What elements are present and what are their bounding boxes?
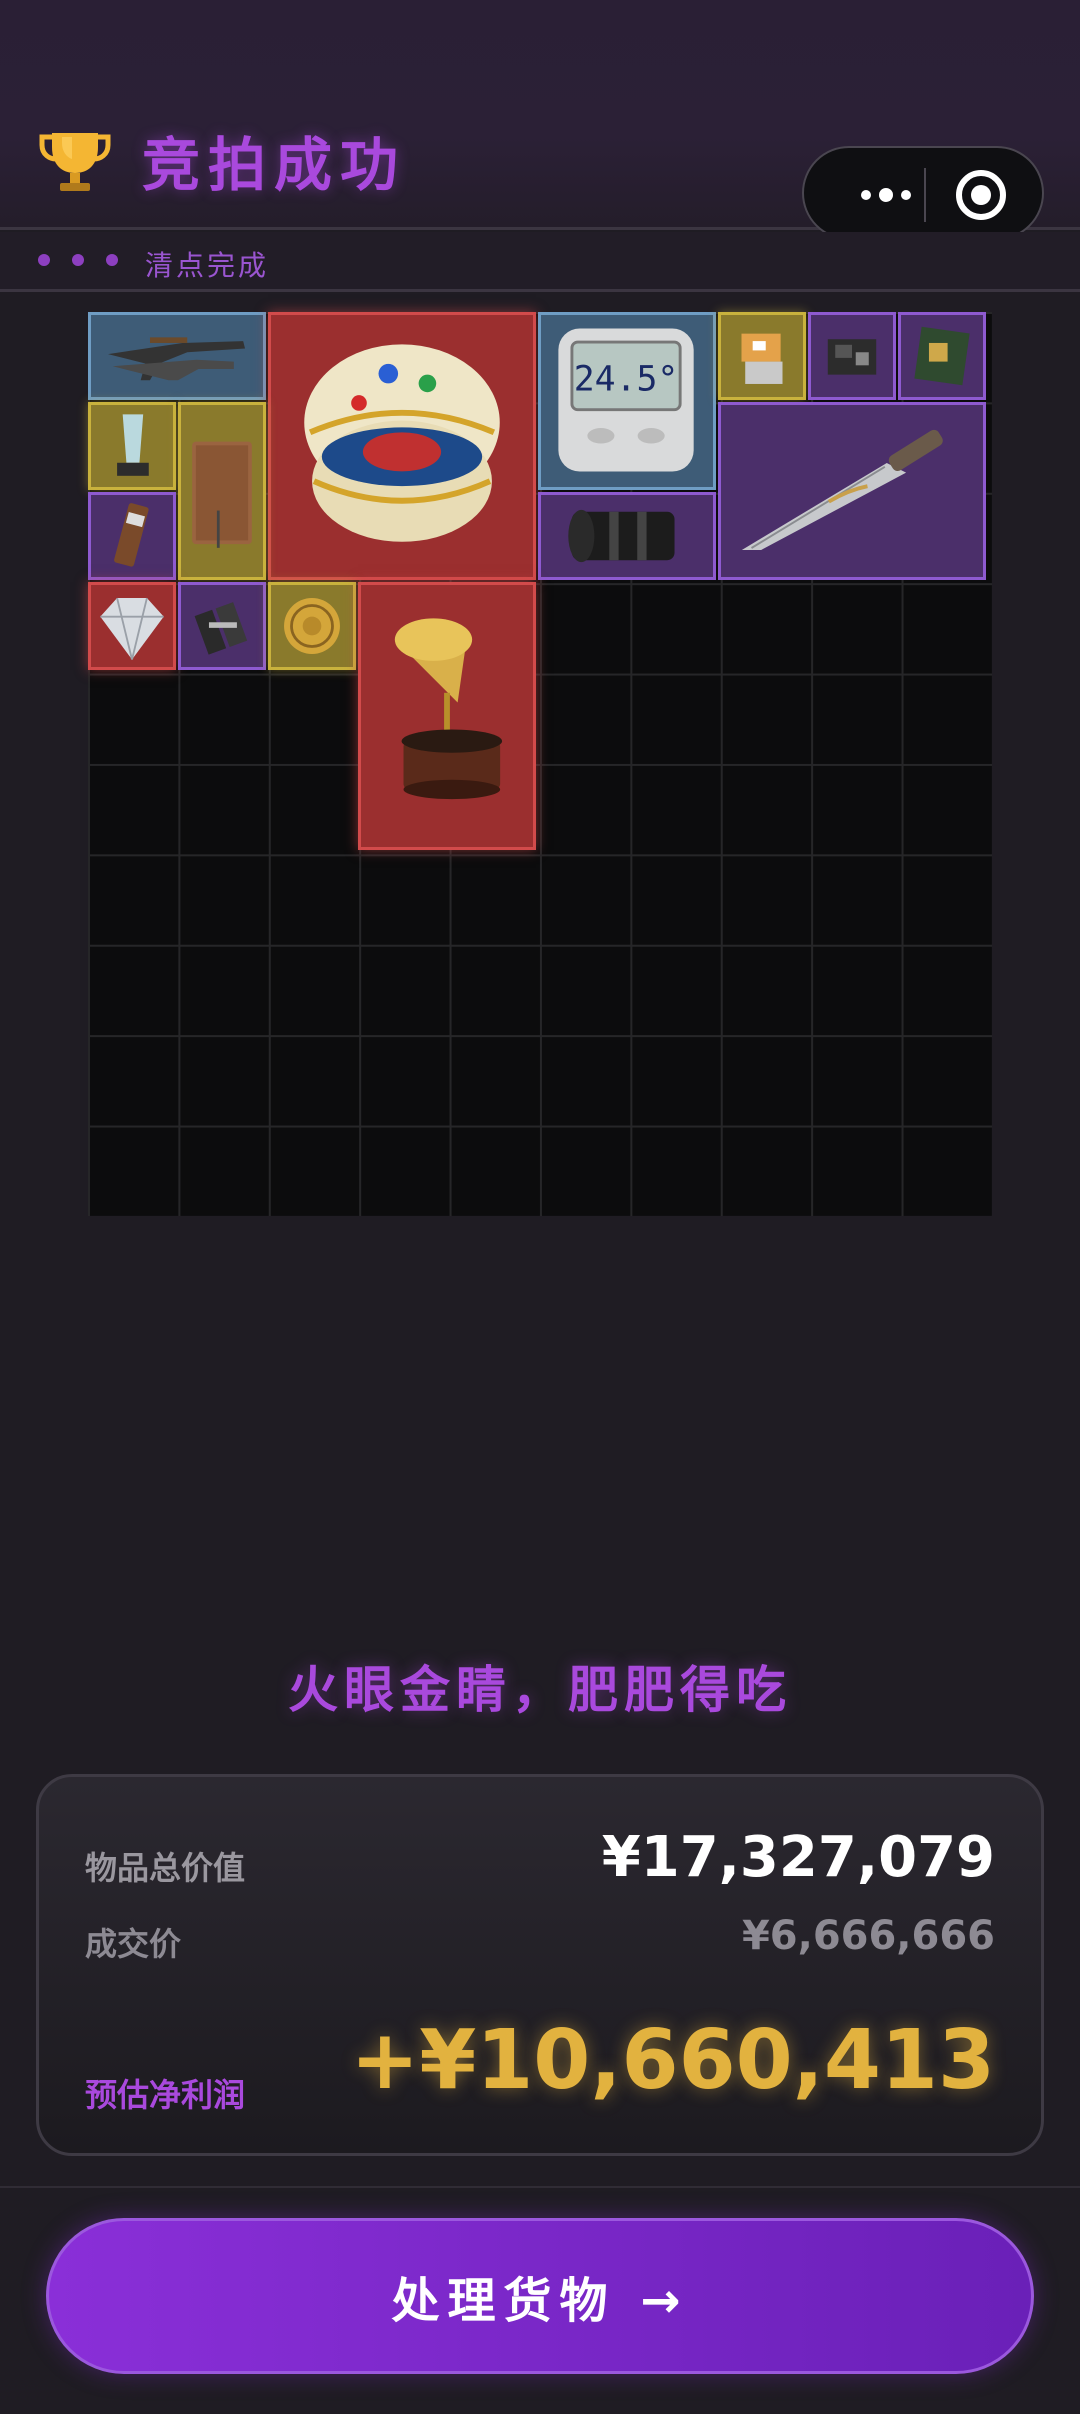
energy-bar-icon bbox=[114, 503, 149, 567]
profit-value: +¥10,660,413 bbox=[350, 2013, 995, 2108]
item-thermometer[interactable]: 24.5° bbox=[538, 312, 716, 490]
footer-divider bbox=[0, 2186, 1080, 2188]
item-mechanical-part[interactable] bbox=[178, 582, 266, 670]
item-energy-bar[interactable] bbox=[88, 492, 176, 580]
target-close-icon[interactable] bbox=[956, 170, 1006, 220]
knife-icon bbox=[741, 429, 943, 550]
profit-label: 预估净利润 bbox=[85, 2076, 246, 2114]
item-camera-lens[interactable] bbox=[538, 492, 716, 580]
mini-program-capsule[interactable] bbox=[802, 146, 1044, 240]
status-bar: 清点完成 bbox=[0, 232, 1080, 292]
item-crystal-award[interactable] bbox=[88, 402, 176, 490]
crystal-award-icon bbox=[117, 414, 149, 476]
inventory-grid: 24.5° bbox=[88, 312, 992, 1216]
progress-dot bbox=[72, 254, 84, 266]
status-label: 清点完成 bbox=[145, 249, 270, 282]
progress-dots bbox=[38, 254, 118, 266]
processor-board-icon bbox=[914, 326, 970, 386]
thermometer-icon: 24.5° bbox=[558, 328, 694, 472]
jeweled-egg-icon bbox=[304, 344, 500, 542]
item-combat-knife[interactable] bbox=[718, 402, 986, 580]
process-goods-label: 处理货物 → bbox=[391, 2273, 689, 2329]
gramophone-icon bbox=[394, 618, 503, 800]
supply-box-icon bbox=[741, 333, 783, 384]
trophy-icon bbox=[38, 125, 112, 195]
item-assault-rifles[interactable] bbox=[88, 312, 266, 400]
total-value: ¥17,327,079 bbox=[601, 1825, 995, 1890]
item-diamond[interactable] bbox=[88, 582, 176, 670]
page-title: 竞拍成功 bbox=[142, 131, 407, 199]
title-group: 竞拍成功 bbox=[38, 118, 406, 202]
item-processor-board[interactable] bbox=[898, 312, 986, 400]
total-value-label: 物品总价值 bbox=[85, 1849, 246, 1887]
progress-dot bbox=[106, 254, 118, 266]
camera-lens-icon bbox=[568, 509, 675, 563]
item-gold-coin[interactable] bbox=[268, 582, 356, 670]
summary-card: 物品总价值 ¥17,327,079 成交价 ¥6,666,666 预估净利润 +… bbox=[36, 1774, 1044, 2156]
process-goods-button[interactable]: 处理货物 → bbox=[46, 2218, 1034, 2374]
progress-dot bbox=[38, 254, 50, 266]
gold-coin-icon bbox=[284, 598, 340, 654]
header: 竞拍成功 bbox=[0, 0, 1080, 240]
circuit-module-icon bbox=[827, 339, 877, 375]
slogan: 火眼金睛，肥肥得吃 bbox=[288, 1661, 792, 1719]
deal-price-value: ¥6,666,666 bbox=[741, 1913, 995, 1959]
rifle-icon bbox=[108, 337, 246, 381]
svg-text:24.5°: 24.5° bbox=[574, 359, 679, 399]
item-gramophone[interactable] bbox=[358, 582, 536, 850]
capsule-divider bbox=[924, 168, 926, 222]
notebook-icon bbox=[192, 441, 252, 548]
mechanical-part-icon bbox=[194, 602, 248, 655]
item-supply-kit[interactable] bbox=[718, 312, 806, 400]
diamond-icon bbox=[100, 597, 164, 660]
item-leather-notebook[interactable] bbox=[178, 402, 266, 580]
item-jeweled-egg[interactable] bbox=[268, 312, 536, 580]
more-dots-icon[interactable] bbox=[836, 178, 936, 212]
item-circuit-module[interactable] bbox=[808, 312, 896, 400]
deal-price-label: 成交价 bbox=[85, 1925, 182, 1963]
